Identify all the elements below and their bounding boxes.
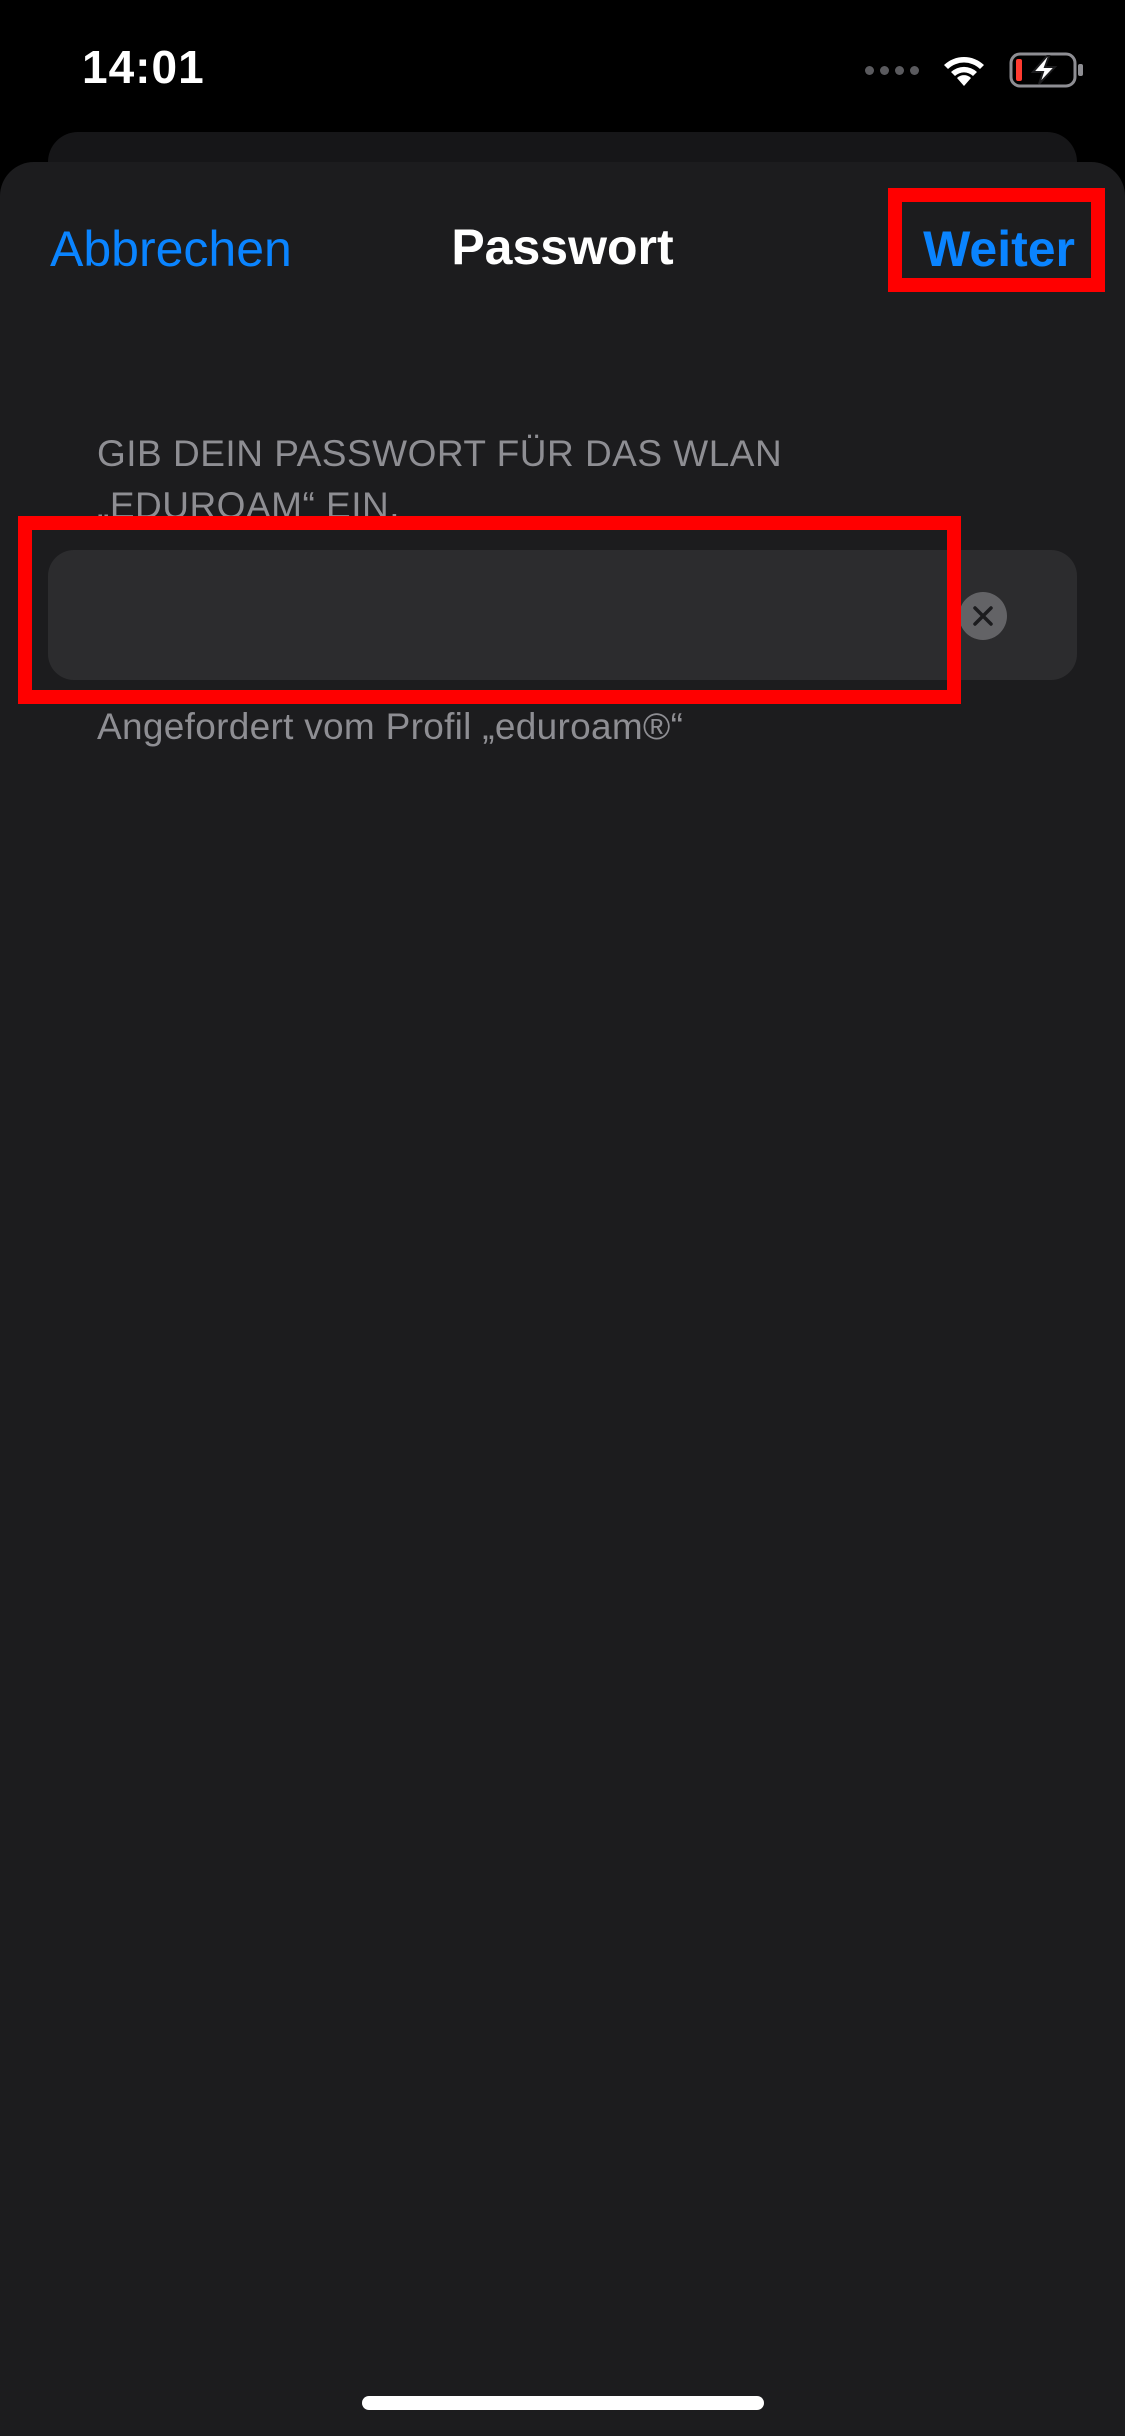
status-icons [865, 48, 1085, 92]
next-button[interactable]: Weiter [923, 220, 1075, 278]
password-input[interactable] [78, 550, 962, 682]
home-indicator[interactable] [362, 2396, 764, 2410]
screen: 14:01 Abbrechen Passwort Weiter GIB DEIN… [0, 0, 1125, 2436]
password-prompt-header: GIB DEIN PASSWORT FÜR DAS WLAN „EDUROAM“… [97, 433, 783, 526]
cancel-button[interactable]: Abbrechen [50, 220, 292, 278]
password-field-group [48, 550, 1077, 682]
clear-button[interactable] [959, 592, 1007, 640]
password-sheet: Abbrechen Passwort Weiter GIB DEIN PASSW… [0, 162, 1125, 2436]
status-time: 14:01 [82, 41, 205, 93]
wifi-icon [944, 57, 984, 86]
profile-footer: Angefordert vom Profil „eduroam®“ [97, 706, 684, 747]
cellular-signal-icon [865, 65, 919, 75]
battery-charging-icon [1009, 52, 1083, 88]
clear-icon [973, 606, 993, 626]
